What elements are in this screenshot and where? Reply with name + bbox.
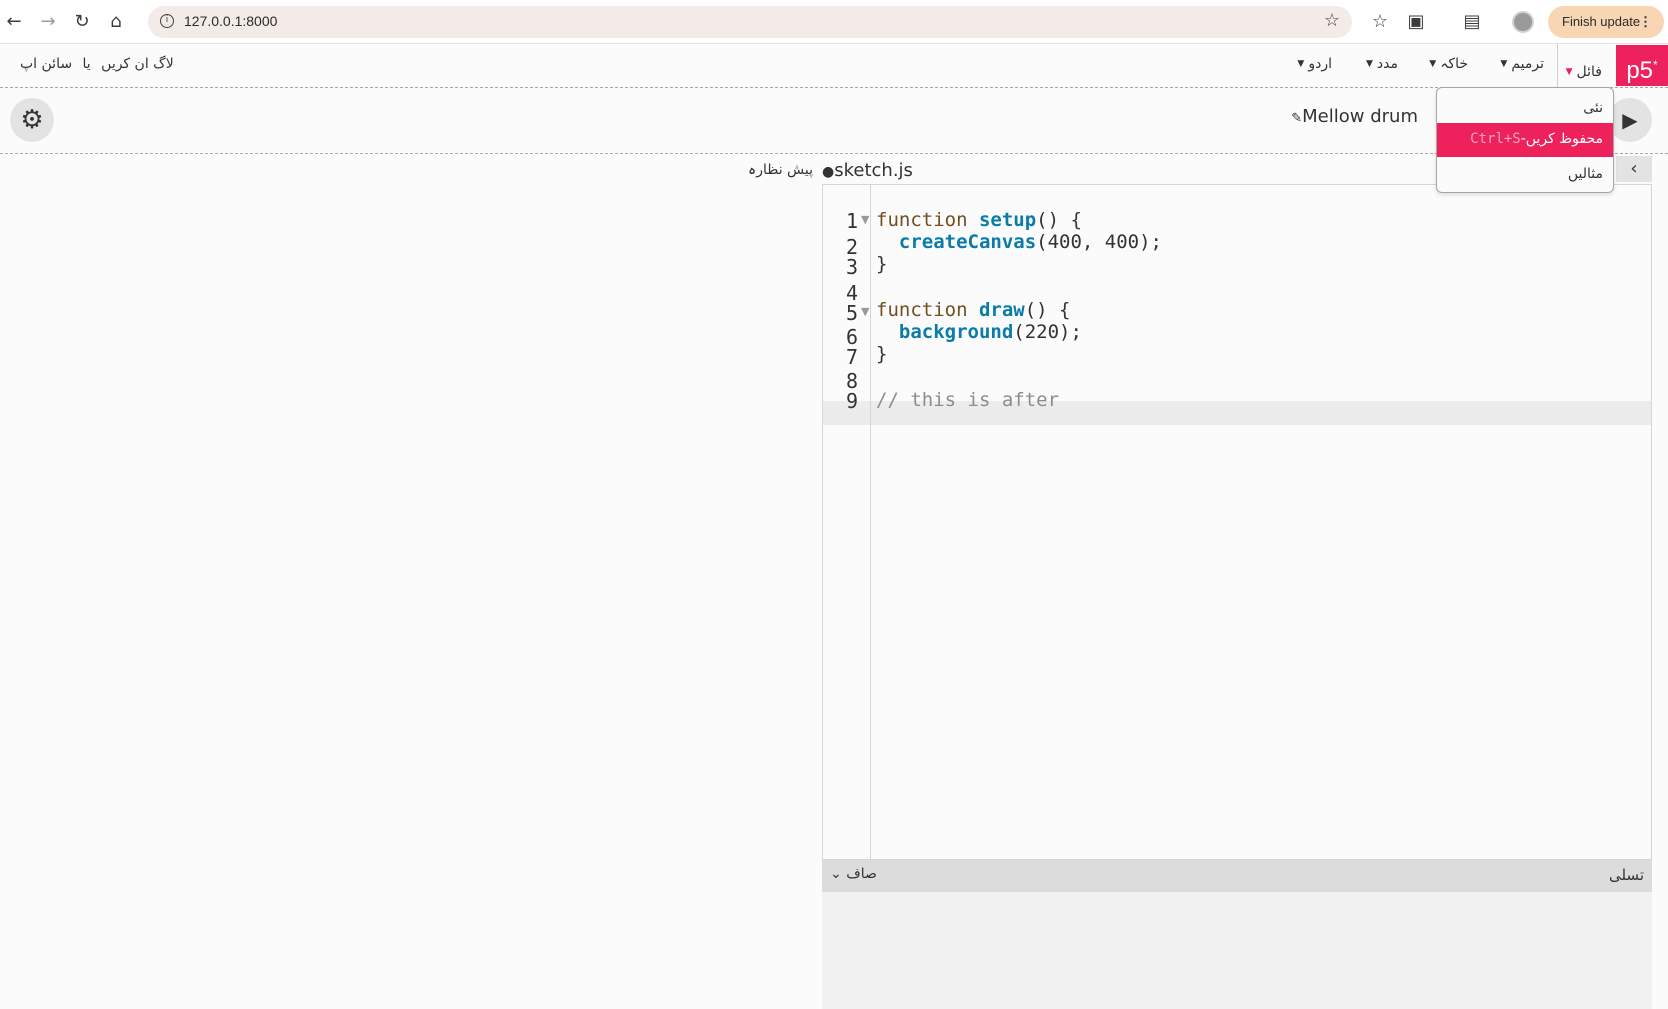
menu-item-save-label: محفوظ کریں: [1525, 131, 1603, 147]
triangle-down-icon: ▼: [1429, 59, 1437, 69]
settings-gear-icon[interactable]: ⚙: [10, 98, 54, 142]
function-token: draw: [978, 299, 1025, 321]
play-button[interactable]: ▶: [1608, 98, 1652, 142]
comment-token: // this is after: [876, 389, 1060, 411]
pencil-icon: ✎: [1291, 111, 1303, 126]
menu-item-save[interactable]: محفوظ کریں-Ctrl+S: [1437, 123, 1613, 157]
menu-sketch-label: خاکہ: [1440, 56, 1468, 72]
line-number: 3: [845, 255, 858, 279]
console-output: [822, 892, 1652, 1009]
chevron-left-icon[interactable]: ‹: [1616, 156, 1652, 182]
code-line: }: [876, 253, 888, 275]
console-clear-button[interactable]: صاف ⌄: [830, 866, 877, 882]
bookmark-star-icon[interactable]: ☆: [1324, 10, 1340, 31]
file-tab[interactable]: ●sketch.js: [822, 160, 913, 181]
keyword-token: function: [876, 299, 979, 321]
code-editor[interactable]: 1 2 3 4 5 6 7 8 9 ▼ ▼ function setup() { createCan…: [822, 184, 1652, 860]
project-name[interactable]: ✎Mellow drum: [1291, 106, 1418, 127]
code-line: createCanvas(400, 400);: [898, 231, 1163, 253]
unsaved-dot: ●: [822, 164, 835, 180]
console-clear-label: صاف: [846, 866, 877, 882]
or-text: یا: [82, 56, 91, 72]
menu-item-examples[interactable]: مثالیں: [1437, 158, 1613, 192]
triangle-down-icon: ▼: [1365, 59, 1373, 69]
finish-update-button[interactable]: Finish update ⋮: [1548, 6, 1664, 38]
menu-item-examples-label: مثالیں: [1567, 166, 1603, 182]
line-number: 1: [845, 209, 858, 233]
signup-link[interactable]: سائن اپ: [20, 56, 72, 72]
console-header: تسلی صاف ⌄: [822, 860, 1652, 892]
menu-edit[interactable]: ترمیم ▼: [1500, 56, 1544, 72]
bookmarks-icon[interactable]: ☆: [1368, 10, 1392, 34]
extensions-icon[interactable]: ▣: [1404, 10, 1428, 34]
code-line: function draw() {: [876, 299, 1071, 321]
sketch-toolbar: ⚙ ✎Mellow drum ▶: [0, 88, 1668, 154]
menu-help[interactable]: مدد ▼: [1366, 56, 1398, 72]
fold-triangle-icon[interactable]: ▼: [861, 213, 869, 226]
file-name: sketch.js: [834, 160, 913, 181]
p5-nav-bar: p5* فائل ▼ ترمیم ▼ خاکہ ▼ مدد ▼ اردو ▼ ل…: [0, 44, 1668, 88]
menu-edit-label: ترمیم: [1511, 56, 1544, 72]
reload-icon[interactable]: ↻: [70, 10, 94, 34]
browser-toolbar: ← → ↻ ⌂ i 127.0.0.1:8000 ☆ ☆ ▣ ▤ Finish …: [0, 0, 1668, 44]
logo-asterisk: *: [1653, 58, 1658, 72]
login-link[interactable]: لاگ ان کریں: [101, 56, 174, 72]
menu-sketch[interactable]: خاکہ ▼: [1429, 56, 1468, 72]
triangle-down-icon: ▼: [1565, 67, 1573, 77]
line-number: 7: [845, 345, 858, 369]
profile-avatar[interactable]: [1512, 11, 1534, 33]
triangle-down-icon: ▼: [1297, 59, 1305, 69]
file-dropdown-menu: نئی محفوظ کریں-Ctrl+S مثالیں: [1436, 87, 1614, 193]
code-line: }: [876, 343, 888, 365]
function-token: background: [898, 321, 1014, 343]
home-icon[interactable]: ⌂: [104, 10, 128, 34]
address-bar[interactable]: i 127.0.0.1:8000 ☆: [148, 6, 1352, 38]
function-token: createCanvas: [898, 231, 1037, 253]
save-shortcut: Ctrl+S: [1470, 131, 1521, 147]
logo-text: p5: [1626, 57, 1654, 84]
more-options-icon: ⋮: [1639, 14, 1652, 29]
menu-file[interactable]: فائل ▼: [1556, 44, 1610, 88]
finish-update-label: Finish update: [1562, 14, 1641, 29]
menu-item-new-label: نئی: [1583, 100, 1603, 116]
auth-links: لاگ ان کریں یا سائن اپ: [20, 56, 174, 72]
console-title: تسلی: [1608, 866, 1644, 884]
code-line: background(220);: [898, 321, 1082, 343]
code-line: // this is after: [876, 389, 1059, 411]
menu-item-new[interactable]: نئی: [1437, 92, 1613, 126]
reading-list-icon[interactable]: ▤: [1460, 10, 1484, 34]
back-icon[interactable]: ←: [2, 10, 26, 34]
code-line: function setup() {: [876, 209, 1082, 231]
url-text[interactable]: 127.0.0.1:8000: [184, 13, 277, 29]
menu-file-label: فائل: [1576, 64, 1602, 80]
preview-label: پیش نظارہ: [748, 162, 814, 178]
function-token: setup: [978, 209, 1037, 231]
chevron-down-icon: ⌄: [830, 866, 842, 882]
line-gutter: 1 2 3 4 5 6 7 8 9 ▼ ▼: [823, 185, 871, 859]
menu-language-label: اردو: [1308, 56, 1332, 72]
forward-icon[interactable]: →: [36, 10, 60, 34]
project-name-text: Mellow drum: [1302, 106, 1418, 127]
site-info-icon[interactable]: i: [160, 14, 174, 28]
triangle-down-icon: ▼: [1500, 59, 1508, 69]
menu-language[interactable]: اردو ▼: [1297, 56, 1332, 72]
p5-logo[interactable]: p5*: [1616, 45, 1668, 86]
menu-help-label: مدد: [1376, 56, 1398, 72]
line-number: 5: [845, 301, 858, 325]
keyword-token: function: [876, 209, 979, 231]
fold-triangle-icon[interactable]: ▼: [861, 305, 869, 318]
line-number: 9: [845, 389, 858, 413]
